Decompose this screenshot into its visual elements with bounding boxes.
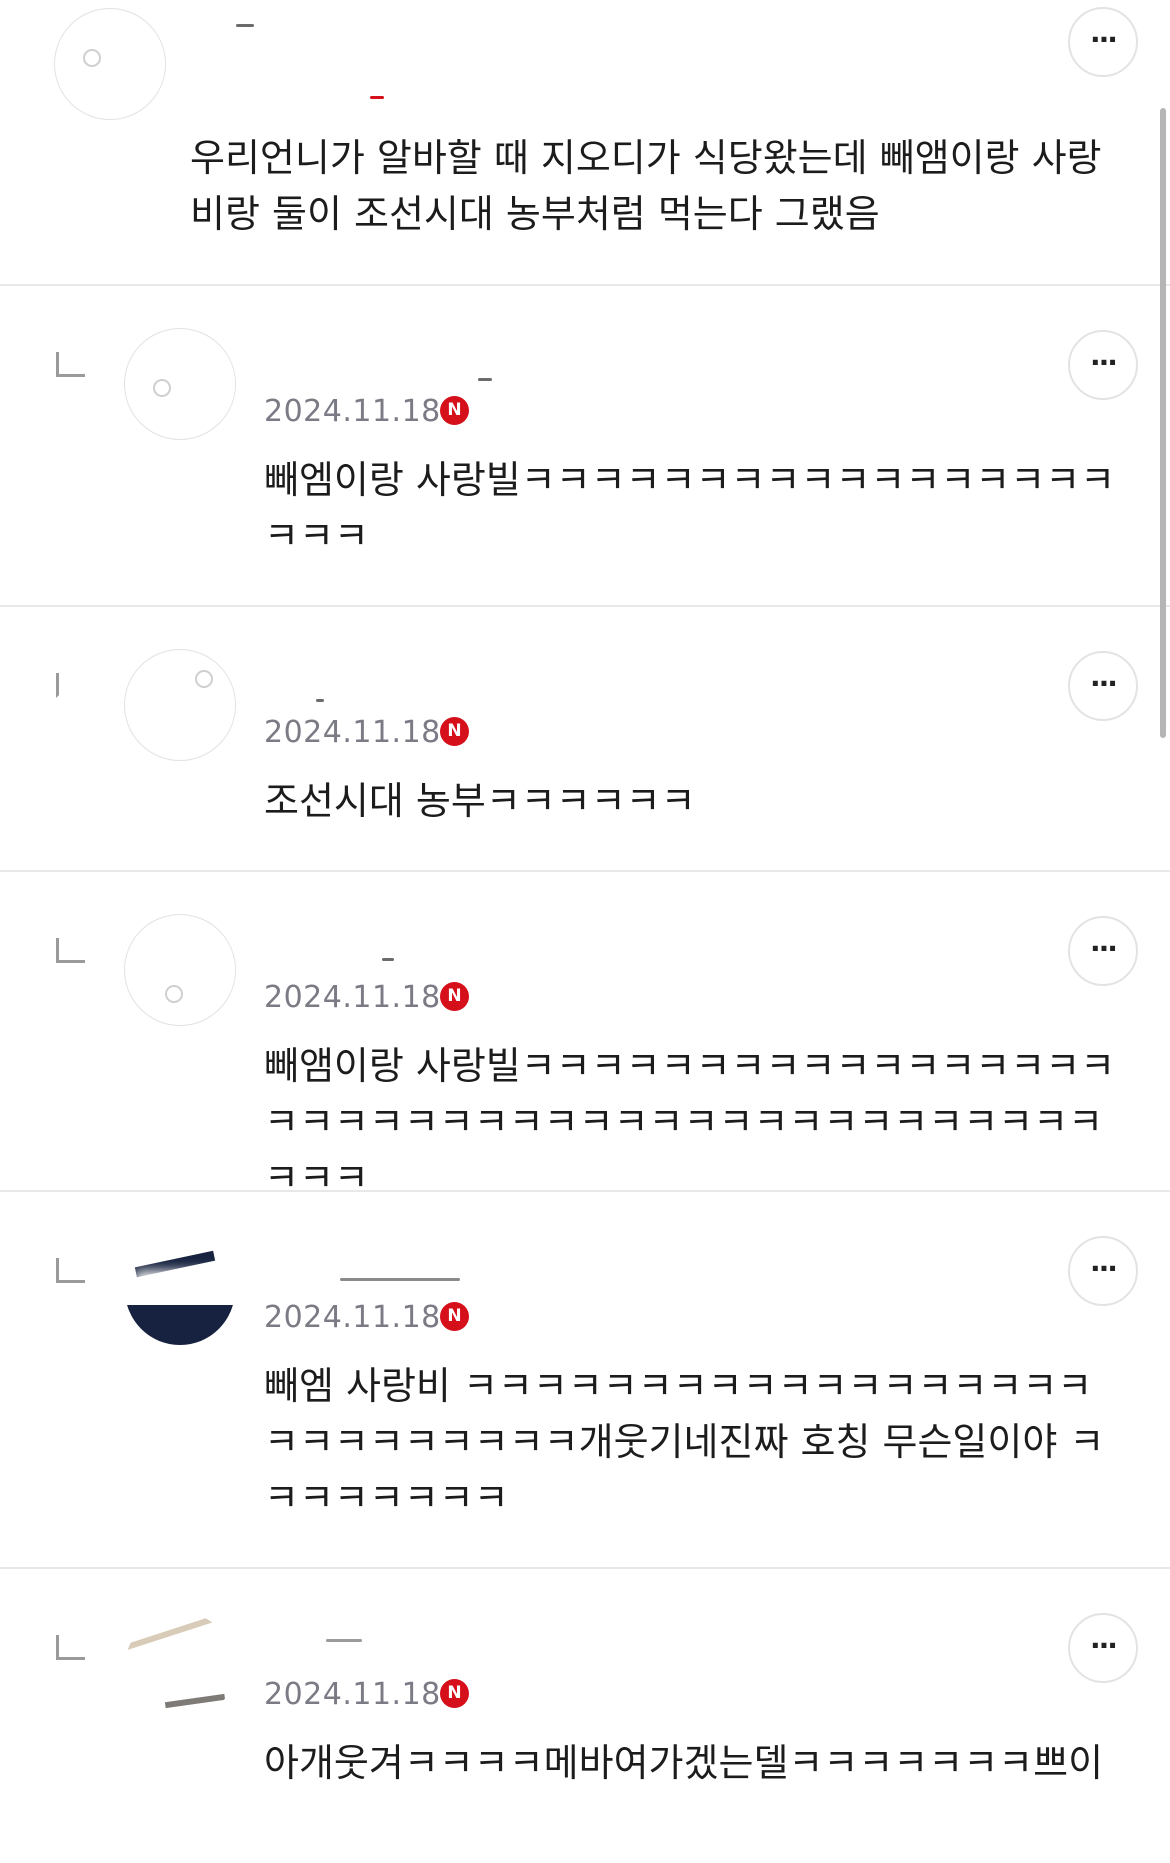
- more-icon: ···: [1090, 1629, 1118, 1662]
- more-options-button[interactable]: ···: [1068, 1236, 1138, 1306]
- comment-text: 아개웃겨ㅋㅋㅋㅋ메바여가겠는델ㅋㅋㅋㅋㅋㅋㅋ쁘이: [264, 1741, 1104, 1785]
- reply-arrow-icon: [56, 938, 85, 963]
- more-options-button[interactable]: ···: [1068, 1613, 1138, 1683]
- avatar[interactable]: [124, 1611, 236, 1723]
- more-options-button[interactable]: ···: [1068, 7, 1138, 77]
- reply-arrow-icon: [56, 673, 85, 698]
- more-icon: ···: [1090, 932, 1118, 965]
- comment-date: 2024.11.18: [264, 715, 441, 750]
- new-badge-icon: N: [440, 396, 469, 425]
- avatar[interactable]: [124, 914, 236, 1026]
- new-dot: [370, 96, 384, 99]
- comment-divider: [0, 1190, 1170, 1192]
- new-badge-icon: N: [440, 1302, 469, 1331]
- reply-arrow-icon: [56, 352, 85, 377]
- comment-divider: [0, 605, 1170, 607]
- username-fragment: [316, 699, 324, 702]
- avatar[interactable]: [124, 328, 236, 440]
- username-redacted: [266, 366, 466, 388]
- more-icon: ···: [1090, 23, 1118, 56]
- comment-text: 빼엠이랑 사랑빌ㅋㅋㅋㅋㅋㅋㅋㅋㅋㅋㅋㅋㅋㅋㅋㅋㅋㅋㅋㅋ: [264, 458, 1116, 558]
- comment-divider: [0, 284, 1170, 286]
- comment-date: 2024.11.18: [264, 980, 441, 1015]
- username-fragment: [478, 378, 492, 381]
- more-options-button[interactable]: ···: [1068, 916, 1138, 986]
- comment-text: 우리언니가 알바할 때 지오디가 식당왔는데 빼앰이랑 사랑비랑 둘이 조선시대…: [190, 136, 1102, 236]
- avatar[interactable]: [124, 649, 236, 761]
- reply-arrow-icon: [56, 1258, 85, 1283]
- username-fragment: [382, 958, 394, 961]
- new-badge-icon: N: [440, 982, 469, 1011]
- reply-arrow-icon: [56, 1635, 85, 1660]
- comment-divider: [0, 1567, 1170, 1569]
- scrollbar[interactable]: [1160, 108, 1166, 738]
- username-fragment: [236, 24, 254, 27]
- username-fragment: [326, 1639, 362, 1642]
- more-icon: ···: [1090, 346, 1118, 379]
- comment-date: 2024.11.18: [264, 394, 441, 429]
- comment-date: 2024.11.18: [264, 1677, 441, 1712]
- comment-text: 빼엠 사랑비 ㅋㅋㅋㅋㅋㅋㅋㅋㅋㅋㅋㅋㅋㅋㅋㅋㅋㅋㅋㅋㅋㅋㅋㅋㅋㅋㅋ개웃기네진짜…: [264, 1364, 1105, 1520]
- comment-divider: [0, 870, 1170, 872]
- comment-text: 빼앰이랑 사랑빌ㅋㅋㅋㅋㅋㅋㅋㅋㅋㅋㅋㅋㅋㅋㅋㅋㅋㅋㅋㅋㅋㅋㅋㅋㅋㅋㅋㅋㅋㅋㅋㅋ…: [264, 1044, 1116, 1200]
- new-badge-icon: N: [440, 717, 469, 746]
- new-badge-icon: N: [440, 1679, 469, 1708]
- comment-text: 조선시대 농부ㅋㅋㅋㅋㅋㅋ: [264, 779, 696, 823]
- more-icon: ···: [1090, 1252, 1118, 1285]
- more-options-button[interactable]: ···: [1068, 651, 1138, 721]
- more-icon: ···: [1090, 667, 1118, 700]
- username-fragment: [340, 1278, 460, 1281]
- avatar[interactable]: [124, 1234, 236, 1346]
- comment-date: 2024.11.18: [264, 1300, 441, 1335]
- more-options-button[interactable]: ···: [1068, 330, 1138, 400]
- avatar[interactable]: [54, 8, 166, 120]
